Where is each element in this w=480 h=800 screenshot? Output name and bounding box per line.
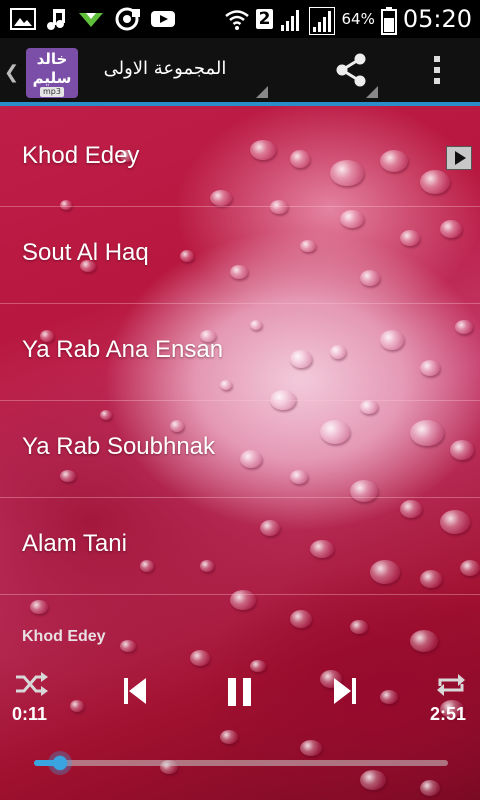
logo-line-1: خالد: [36, 50, 68, 68]
list-item[interactable]: Sout Al Haq: [0, 207, 480, 304]
music-icon: [46, 7, 68, 31]
list-item[interactable]: Ya Rab Soubhnak: [0, 401, 480, 498]
signal-icon: [279, 7, 303, 31]
pause-icon[interactable]: [228, 678, 252, 718]
share-icon[interactable]: [334, 52, 368, 92]
back-chevron-icon[interactable]: ❮: [4, 62, 19, 83]
overflow-menu-icon[interactable]: [432, 56, 442, 88]
water-droplet: [220, 730, 238, 744]
track-title: Khod Edey: [22, 142, 140, 169]
total-time: 2:51: [429, 704, 466, 724]
track-list: Khod Edey Sout Al Haq Ya Rab Ana Ensan Y…: [0, 110, 480, 595]
water-droplet: [360, 770, 386, 790]
battery-icon: [380, 7, 397, 35]
water-droplet: [30, 600, 48, 614]
list-item[interactable]: Khod Edey: [0, 110, 480, 207]
battery-percent: 64%: [341, 10, 375, 28]
water-droplet: [250, 660, 266, 672]
water-droplet: [190, 650, 210, 666]
media-icon: [114, 7, 140, 31]
share-dropdown-indicator-icon: [366, 86, 378, 98]
previous-icon[interactable]: [124, 678, 146, 718]
youtube-icon: [150, 7, 176, 31]
logo-badge: mp3: [40, 87, 64, 97]
list-item[interactable]: Ya Rab Ana Ensan: [0, 304, 480, 401]
signal-icon: [308, 6, 337, 36]
spinner-indicator-icon: [256, 86, 268, 98]
list-item[interactable]: Alam Tani: [0, 498, 480, 595]
water-droplet: [70, 700, 84, 712]
water-droplet: [420, 780, 440, 796]
wifi-icon: [224, 7, 250, 31]
playlist-title[interactable]: المجموعة الاولى: [100, 58, 230, 79]
sim-slot-badge: 2: [255, 9, 274, 29]
image-icon: [10, 7, 36, 31]
track-title: Ya Rab Ana Ensan: [22, 336, 224, 363]
track-title: Sout Al Haq: [22, 239, 149, 266]
water-droplet: [410, 630, 438, 652]
download-icon: [78, 7, 104, 31]
next-icon[interactable]: [334, 678, 356, 718]
clock: 05:20: [402, 5, 472, 33]
current-time: 0:11: [12, 704, 48, 724]
action-bar: ❮ خالد سليم mp3 المجموعة الاولى: [0, 38, 480, 106]
now-playing-title: Khod Edey: [22, 628, 106, 645]
water-droplet: [380, 690, 398, 704]
water-droplet: [120, 640, 136, 652]
app-logo[interactable]: خالد سليم mp3: [26, 48, 78, 98]
status-bar: 2 64% 05:20: [0, 0, 480, 38]
seek-bar[interactable]: [34, 751, 448, 775]
logo-line-2: سليم: [32, 69, 72, 87]
track-title: Ya Rab Soubhnak: [22, 433, 216, 460]
water-droplet: [300, 740, 322, 756]
water-droplet: [290, 610, 312, 628]
track-title: Alam Tani: [22, 530, 127, 557]
now-playing-icon: [446, 146, 472, 170]
water-droplet: [350, 620, 368, 634]
